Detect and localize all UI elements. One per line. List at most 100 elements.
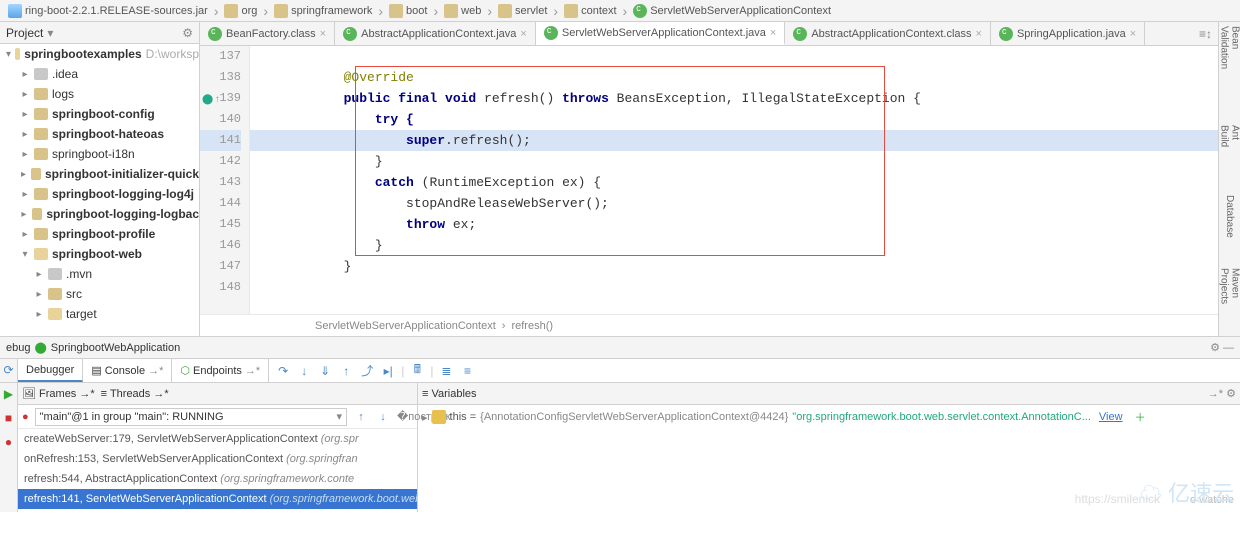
- stack-frame[interactable]: refresh:544, AbstractApplicationContext …: [18, 469, 417, 489]
- tree-item[interactable]: ▸.idea: [0, 64, 199, 84]
- tree-item[interactable]: ▸springboot-profile: [0, 224, 199, 244]
- close-icon[interactable]: ×: [320, 28, 326, 40]
- frames-tab[interactable]: 🖼 Frames →*: [22, 387, 95, 400]
- evaluate-icon[interactable]: 🖩: [409, 363, 425, 379]
- settings-icon[interactable]: ≡: [459, 363, 475, 379]
- editor-tab[interactable]: BeanFactory.class×: [200, 22, 335, 45]
- resume-icon[interactable]: ▶: [4, 387, 13, 401]
- editor-tab[interactable]: ServletWebServerApplicationContext.java×: [536, 22, 785, 45]
- editor-area: BeanFactory.class×AbstractApplicationCon…: [200, 22, 1218, 336]
- prev-frame-icon[interactable]: ↑: [353, 411, 369, 423]
- editor-body[interactable]: 137138⬤↑139140141142143144145146147148 @…: [200, 46, 1218, 314]
- breakpoints-icon[interactable]: ●: [5, 435, 12, 449]
- step-into-icon[interactable]: ↓: [296, 363, 312, 379]
- line-number[interactable]: 141: [200, 130, 241, 151]
- tree-item[interactable]: ▸springboot-initializer-quick: [0, 164, 199, 184]
- expand-icon[interactable]: ▸: [422, 411, 428, 424]
- tool-ant-build[interactable]: Ant Build: [1219, 125, 1240, 165]
- bc-pkg[interactable]: boot: [385, 4, 431, 18]
- folder-icon: [15, 48, 20, 60]
- tree-item[interactable]: ▸springboot-hateoas: [0, 124, 199, 144]
- close-icon[interactable]: ×: [1130, 28, 1136, 40]
- tab-console[interactable]: ▤Console→*: [83, 359, 172, 382]
- tree-item[interactable]: ▸.mvn: [0, 264, 199, 284]
- editor-tabs: BeanFactory.class×AbstractApplicationCon…: [200, 22, 1218, 46]
- next-frame-icon[interactable]: ↓: [375, 411, 391, 423]
- tree-item[interactable]: ▸logs: [0, 84, 199, 104]
- thread-selector[interactable]: "main"@1 in group "main": RUNNING▾: [35, 408, 347, 426]
- line-number[interactable]: 143: [200, 172, 241, 193]
- trace-icon[interactable]: ≣: [438, 363, 454, 379]
- editor-tab[interactable]: SpringApplication.java×: [991, 22, 1145, 45]
- view-link[interactable]: View: [1099, 411, 1123, 423]
- line-number[interactable]: 146: [200, 235, 241, 256]
- tree-item[interactable]: ▸springboot-i18n: [0, 144, 199, 164]
- tool-database[interactable]: Database: [1224, 195, 1235, 238]
- tool-bean-validation[interactable]: Bean Validation: [1219, 26, 1240, 95]
- line-number[interactable]: ⬤↑139: [200, 88, 241, 109]
- tree-item[interactable]: ▸target: [0, 304, 199, 324]
- bc-pkg[interactable]: springframework: [270, 4, 376, 18]
- tree-item[interactable]: ▾springboot-web: [0, 244, 199, 264]
- breadcrumb: ring-boot-2.2.1.RELEASE-sources.jar› org…: [0, 0, 1240, 22]
- stack-frame[interactable]: refresh:141, ServletWebServerApplication…: [18, 489, 417, 509]
- class-icon: [343, 27, 357, 41]
- close-icon[interactable]: ×: [770, 27, 776, 39]
- line-number[interactable]: 147: [200, 256, 241, 277]
- bc-pkg-org[interactable]: org: [220, 4, 261, 18]
- line-number[interactable]: 145: [200, 214, 241, 235]
- line-number[interactable]: 144: [200, 193, 241, 214]
- tree-item[interactable]: ▾springbootexamples D:\worksp: [0, 44, 199, 64]
- drop-frame-icon[interactable]: ⤴: [359, 363, 375, 379]
- stack-frame[interactable]: createWebServer:179, ServletWebServerApp…: [18, 429, 417, 449]
- editor-tab[interactable]: AbstractApplicationContext.java×: [335, 22, 536, 45]
- step-out-icon[interactable]: ↑: [338, 363, 354, 379]
- line-number[interactable]: 148: [200, 277, 241, 298]
- bc-pkg[interactable]: web: [440, 4, 485, 18]
- folder-icon: [34, 68, 48, 80]
- tool-maven[interactable]: Maven Projects: [1219, 268, 1240, 337]
- force-step-into-icon[interactable]: ⇓: [317, 363, 333, 379]
- tree-item[interactable]: ▸springboot-logging-log4j: [0, 184, 199, 204]
- tree-item[interactable]: ▸springboot-config: [0, 104, 199, 124]
- threads-tab[interactable]: ≡ Threads →*: [101, 388, 169, 400]
- line-number[interactable]: 137: [200, 46, 241, 67]
- tab-endpoints[interactable]: ⬡Endpoints→*: [172, 359, 269, 382]
- code-area[interactable]: @Override public final void refresh() th…: [250, 46, 1218, 314]
- line-number[interactable]: 138: [200, 67, 241, 88]
- close-icon[interactable]: ×: [520, 28, 526, 40]
- stop-icon[interactable]: ■: [5, 411, 12, 425]
- implements-icon[interactable]: ↑: [214, 90, 220, 111]
- add-watch-icon[interactable]: ＋: [1135, 409, 1146, 425]
- override-icon[interactable]: ⬤: [202, 90, 213, 111]
- bc-pkg[interactable]: context: [560, 4, 620, 18]
- line-number[interactable]: 140: [200, 109, 241, 130]
- settings-icon[interactable]: ⚙: [182, 26, 193, 40]
- step-over-icon[interactable]: ↷: [275, 363, 291, 379]
- vars-settings-icon[interactable]: →* ⚙: [1208, 387, 1236, 400]
- close-icon[interactable]: ×: [976, 28, 982, 40]
- tree-item[interactable]: ▸springboot-logging-logbac: [0, 204, 199, 224]
- editor-tab[interactable]: AbstractApplicationContext.class×: [785, 22, 991, 45]
- hide-icon[interactable]: ⚙ —: [1210, 341, 1234, 354]
- var-name: this =: [450, 411, 477, 423]
- filter-icon[interactable]: �постриж: [397, 410, 413, 423]
- debug-run-bar: ebug ⬤ SpringbootWebApplication ⚙ —: [0, 336, 1240, 358]
- restart-icon[interactable]: ⟳: [3, 363, 13, 377]
- stack-frame[interactable]: onRefresh:153, ServletWebServerApplicati…: [18, 449, 417, 469]
- run-config-name[interactable]: SpringbootWebApplication: [51, 342, 180, 354]
- tab-debugger[interactable]: Debugger: [18, 359, 83, 382]
- line-number[interactable]: 142: [200, 151, 241, 172]
- run-to-cursor-icon[interactable]: ▸|: [380, 363, 396, 379]
- tabs-list-icon[interactable]: ≡↕: [1199, 27, 1212, 41]
- stack-frame[interactable]: refresh:747, SpringApplication (org.spri…: [18, 509, 417, 512]
- bc-pkg[interactable]: servlet: [494, 4, 551, 18]
- bc-jar[interactable]: ring-boot-2.2.1.RELEASE-sources.jar: [4, 4, 212, 18]
- variables-tab[interactable]: ≡ Variables: [422, 388, 477, 400]
- folder-icon: [34, 228, 48, 240]
- console-icon: ▤: [91, 364, 101, 377]
- tree-item[interactable]: ▸src: [0, 284, 199, 304]
- frames-panel: 🖼 Frames →* ≡ Threads →* ● "main"@1 in g…: [18, 383, 418, 512]
- bc-class[interactable]: ServletWebServerApplicationContext: [629, 4, 835, 18]
- class-icon: [544, 26, 558, 40]
